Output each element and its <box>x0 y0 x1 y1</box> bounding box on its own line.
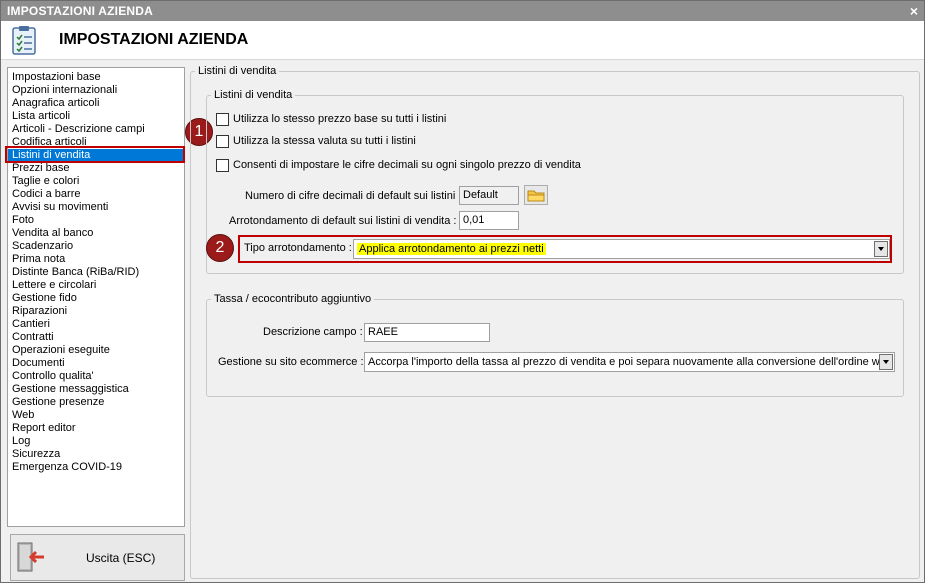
chevron-down-icon[interactable] <box>879 354 893 370</box>
sidebar-item[interactable]: Vendita al banco <box>8 227 184 240</box>
checkbox-label: Consenti di impostare le cifre decimali … <box>233 159 581 171</box>
sidebar-item[interactable]: Opzioni internazionali <box>8 84 184 97</box>
field-description-label: Descrizione campo : <box>263 326 363 338</box>
annotation-badge-2: 2 <box>206 234 234 262</box>
checkbox-box[interactable] <box>216 112 229 126</box>
checkbox-box[interactable] <box>216 158 229 172</box>
sidebar-item[interactable]: Operazioni eseguite <box>8 344 184 357</box>
sidebar-item[interactable]: Riparazioni <box>8 305 184 318</box>
ecommerce-select[interactable]: Accorpa l'importo della tassa al prezzo … <box>364 352 895 372</box>
sidebar: Impostazioni base Opzioni internazionali A… <box>7 67 185 527</box>
page-title: IMPOSTAZIONI AZIENDA <box>59 31 249 48</box>
sidebar-item[interactable]: Log <box>8 435 184 448</box>
group-listini-title: Listini di vendita <box>214 89 293 101</box>
sidebar-item[interactable]: Anagrafica articoli <box>8 97 184 110</box>
folder-icon <box>525 190 547 207</box>
window-title: IMPOSTAZIONI AZIENDA <box>7 4 153 18</box>
rounding-field[interactable]: 0,01 <box>459 211 519 230</box>
sidebar-item[interactable]: Sicurezza <box>8 448 184 461</box>
ecommerce-label: Gestione su sito ecommerce : <box>218 356 364 368</box>
group-tassa-ecocontributo: Tassa / ecocontributo aggiuntivo <box>206 293 904 397</box>
exit-button[interactable]: Uscita (ESC) <box>10 534 185 581</box>
highlight-box-1 <box>5 146 185 163</box>
sidebar-item[interactable]: Prima nota <box>8 253 184 266</box>
sidebar-item[interactable]: Contratti <box>8 331 184 344</box>
field-description-input[interactable]: RAEE <box>364 323 490 342</box>
sidebar-item[interactable]: Scadenzario <box>8 240 184 253</box>
sidebar-item[interactable]: Taglie e colori <box>8 175 184 188</box>
checkbox-same-base-price[interactable]: Utilizza lo stesso prezzo base su tutti … <box>216 111 446 127</box>
sidebar-item[interactable]: Gestione messaggistica <box>8 383 184 396</box>
sidebar-item[interactable]: Web <box>8 409 184 422</box>
title-bar: IMPOSTAZIONI AZIENDA × <box>1 1 924 21</box>
checkbox-same-currency[interactable]: Utilizza la stessa valuta su tutti i lis… <box>216 133 416 149</box>
panel-title: Listini di vendita <box>198 65 277 77</box>
sidebar-item[interactable]: Gestione presenze <box>8 396 184 409</box>
sidebar-item[interactable]: Controllo qualita' <box>8 370 184 383</box>
sidebar-item[interactable]: Emergenza COVID-19 <box>8 461 184 474</box>
sidebar-item[interactable]: Documenti <box>8 357 184 370</box>
clipboard-checklist-icon <box>11 25 37 58</box>
highlight-box-2 <box>238 235 892 263</box>
sidebar-item[interactable]: Cantieri <box>8 318 184 331</box>
sidebar-list: Impostazioni base Opzioni internazionali A… <box>8 68 184 474</box>
sidebar-item[interactable]: Avvisi su movimenti <box>8 201 184 214</box>
rounding-label: Arrotondamento di default sui listini di… <box>229 215 457 227</box>
sidebar-item[interactable]: Report editor <box>8 422 184 435</box>
checkbox-box[interactable] <box>216 134 229 148</box>
checkbox-decimals-per-price[interactable]: Consenti di impostare le cifre decimali … <box>216 157 581 173</box>
sidebar-item[interactable]: Codici a barre <box>8 188 184 201</box>
sidebar-item[interactable]: Prezzi base <box>8 162 184 175</box>
close-icon[interactable]: × <box>910 3 918 19</box>
folder-button[interactable] <box>524 185 548 205</box>
exit-door-icon <box>15 541 47 576</box>
exit-button-label: Uscita (ESC) <box>86 551 156 565</box>
sidebar-item[interactable]: Distinte Banca (RiBa/RID) <box>8 266 184 279</box>
decimals-label: Numero di cifre decimali di default sui … <box>245 190 462 202</box>
sidebar-item[interactable]: Impostazioni base <box>8 71 184 84</box>
decimals-field[interactable]: Default <box>459 186 519 205</box>
sidebar-item[interactable]: Articoli - Descrizione campi <box>8 123 184 136</box>
checkbox-label: Utilizza lo stesso prezzo base su tutti … <box>233 113 447 125</box>
sidebar-item[interactable]: Foto <box>8 214 184 227</box>
settings-window: IMPOSTAZIONI AZIENDA × IMPOSTAZIONI AZIE… <box>0 0 925 583</box>
sidebar-item[interactable]: Gestione fido <box>8 292 184 305</box>
sidebar-item[interactable]: Lettere e circolari <box>8 279 184 292</box>
header: IMPOSTAZIONI AZIENDA <box>1 21 924 60</box>
ecommerce-value: Accorpa l'importo della tassa al prezzo … <box>368 356 892 368</box>
group-tassa-title: Tassa / ecocontributo aggiuntivo <box>214 293 372 305</box>
sidebar-item[interactable]: Lista articoli <box>8 110 184 123</box>
checkbox-label: Utilizza la stessa valuta su tutti i lis… <box>233 135 416 147</box>
